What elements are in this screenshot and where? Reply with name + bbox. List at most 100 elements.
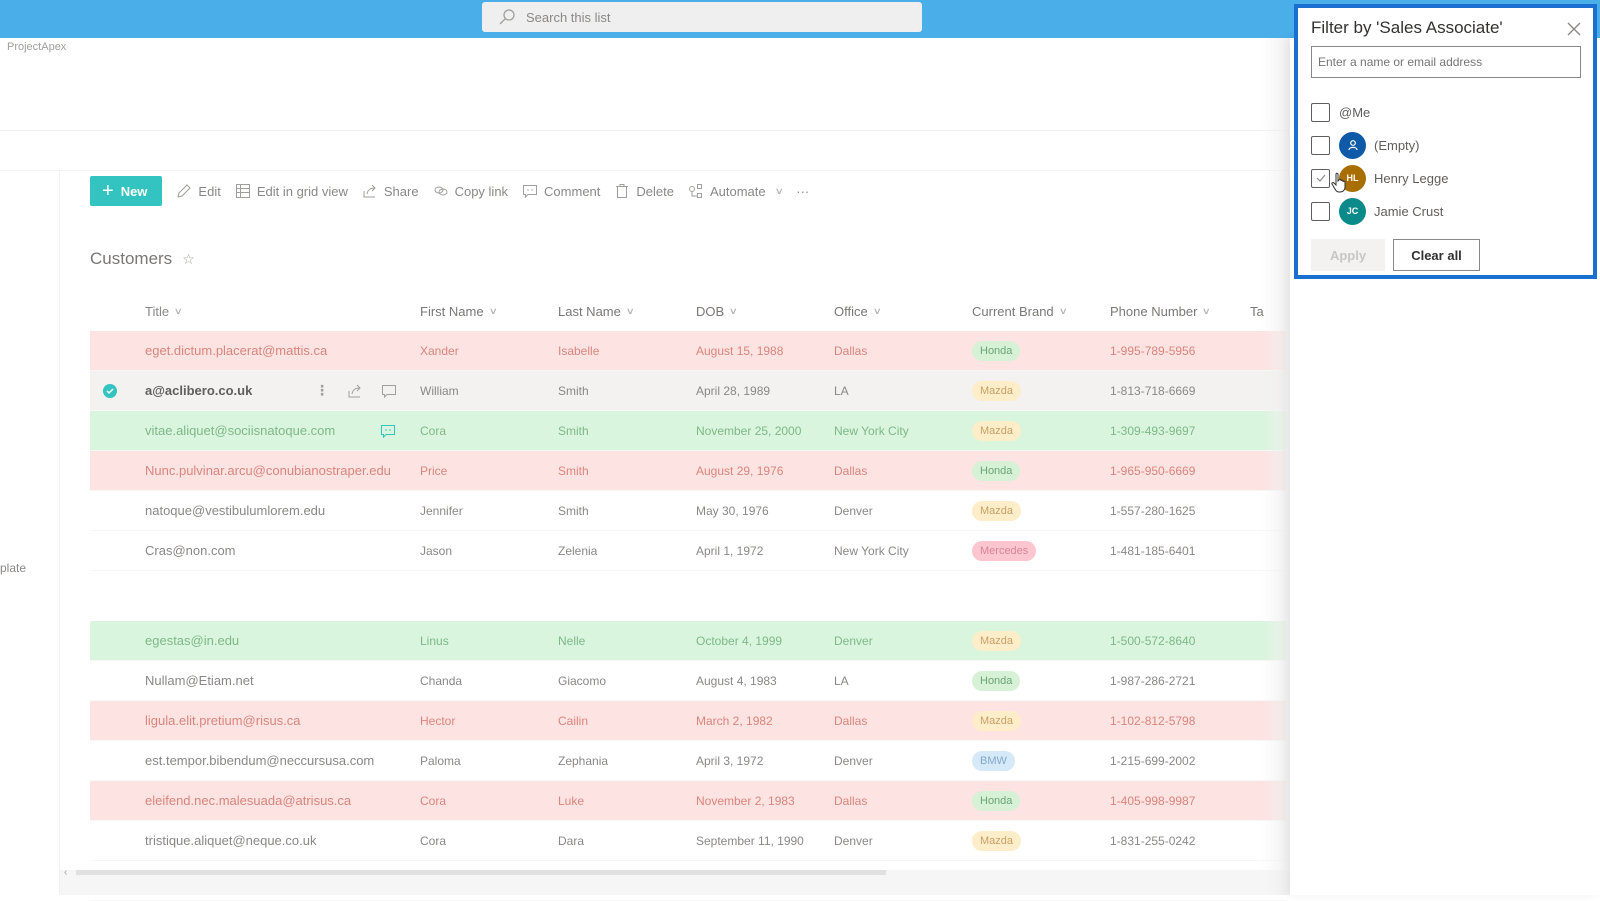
cell-title[interactable]: eget.dictum.placerat@mattis.ca (130, 343, 420, 358)
filter-option[interactable]: (Empty) (1311, 131, 1420, 159)
close-icon[interactable] (1565, 20, 1583, 38)
more-icon: ··· (796, 183, 810, 199)
more-button[interactable]: ··· (796, 176, 809, 206)
new-button[interactable]: + New (90, 176, 163, 206)
cell-current-brand: Honda (972, 670, 1110, 691)
title-text[interactable]: est.tempor.bibendum@neccursusa.com (145, 753, 374, 768)
table-row[interactable]: tristique.aliquet@neque.co.uk Cora Dara Sep… (90, 821, 1286, 861)
add-comment-icon[interactable] (381, 383, 397, 399)
cell-current-brand: Honda (972, 340, 1110, 361)
cell-office: Denver (834, 833, 873, 848)
plus-icon: + (102, 180, 114, 202)
title-text[interactable]: Nunc.pulvinar.arcu@conubianostraper.edu (145, 463, 391, 478)
title-text[interactable]: eleifend.nec.malesuada@atrisus.ca (145, 793, 351, 808)
filter-option[interactable]: @Me (1311, 98, 1370, 126)
search-box[interactable]: Search this list (482, 2, 922, 32)
cell-dob: November 25, 2000 (696, 423, 802, 438)
scrollbar-thumb[interactable] (76, 870, 886, 875)
cell-title[interactable]: ligula.elit.pretium@risus.ca (130, 713, 420, 728)
cell-title[interactable]: eleifend.nec.malesuada@atrisus.ca (130, 793, 420, 808)
column-header-office[interactable]: Office ∨ (834, 304, 972, 319)
apply-button[interactable]: Apply (1311, 239, 1385, 271)
cell-current-brand: Honda (972, 790, 1110, 811)
clear-all-button[interactable]: Clear all (1393, 239, 1480, 271)
cell-title[interactable]: egestas@in.edu (130, 633, 420, 648)
cell-title[interactable]: a@aclibero.co.uk ⋮ (130, 382, 420, 399)
row-select[interactable] (90, 383, 130, 398)
cell-phone-number: 1-831-255-0242 (1110, 833, 1196, 848)
people-search-input[interactable] (1311, 46, 1581, 78)
title-text[interactable]: tristique.aliquet@neque.co.uk (145, 833, 316, 848)
share-icon[interactable] (347, 383, 363, 399)
column-header-last-name[interactable]: Last Name ∨ (558, 304, 696, 319)
title-text[interactable]: natoque@vestibulumlorem.edu (145, 503, 325, 518)
checkmark-circle-icon[interactable] (103, 383, 117, 398)
title-text[interactable]: ligula.elit.pretium@risus.ca (145, 713, 301, 728)
table-row[interactable]: eget.dictum.placerat@mattis.ca Xander Isab… (90, 331, 1286, 371)
cell-title[interactable]: Nullam@Etiam.net (130, 673, 420, 688)
cell-dob: March 2, 1982 (696, 713, 773, 728)
table-row[interactable]: est.tempor.bibendum@neccursusa.com Paloma… (90, 741, 1286, 781)
trash-icon (616, 184, 629, 198)
edit-grid-button[interactable]: Edit in grid view (235, 176, 348, 206)
column-header-title[interactable]: Title ∨ (130, 304, 420, 319)
more-options-icon[interactable]: ⋮ (315, 382, 329, 399)
comment-icon[interactable] (380, 423, 396, 439)
scroll-left-icon[interactable]: ‹ (64, 867, 67, 878)
cell-title[interactable]: est.tempor.bibendum@neccursusa.com (130, 753, 420, 768)
table-row[interactable]: eleifend.nec.malesuada@atrisus.ca Cora Luk… (90, 781, 1286, 821)
copy-link-label: Copy link (454, 183, 509, 199)
site-name[interactable]: ProjectApex (7, 41, 66, 53)
column-header-current-brand[interactable]: Current Brand ∨ (972, 304, 1110, 319)
table-body: eget.dictum.placerat@mattis.ca Xander Isab… (90, 331, 1286, 901)
title-text[interactable]: egestas@in.edu (145, 633, 239, 648)
checkbox[interactable] (1311, 135, 1330, 155)
table-row[interactable]: vitae.aliquet@sociisnatoque.com Cora Smith… (90, 411, 1286, 451)
new-label: New (120, 183, 148, 199)
cell-office: Dallas (834, 463, 868, 478)
automate-button[interactable]: Automate ∨ (688, 176, 784, 206)
column-header-phone-number[interactable]: Phone Number ∨ (1110, 304, 1250, 319)
checkbox[interactable] (1311, 168, 1330, 188)
cell-title[interactable]: vitae.aliquet@sociisnatoque.com (130, 423, 420, 438)
table-row[interactable]: a@aclibero.co.uk ⋮ William Smith April 28, 1… (90, 371, 1286, 411)
cell-dob: May 30, 1976 (696, 503, 769, 518)
table-row[interactable]: Cras@non.com Jason Zelenia April 1, 1972 New… (90, 531, 1286, 571)
title-text[interactable]: Nullam@Etiam.net (145, 673, 254, 688)
edit-button[interactable]: Edit (176, 176, 221, 206)
title-text[interactable]: a@aclibero.co.uk (145, 383, 252, 398)
star-icon[interactable]: ☆ (182, 251, 195, 268)
table-row[interactable]: natoque@vestibulumlorem.edu Jennifer Smith… (90, 491, 1286, 531)
title-text[interactable]: vitae.aliquet@sociisnatoque.com (145, 423, 335, 438)
cell-last-name: Luke (558, 793, 585, 808)
brand-pill: Honda (972, 460, 1021, 481)
share-button[interactable]: Share (362, 176, 419, 206)
table-row[interactable]: ligula.elit.pretium@risus.ca Hector Cailin… (90, 701, 1286, 741)
comment-button[interactable]: Comment (522, 176, 600, 206)
column-header-first-name[interactable]: First Name ∨ (420, 304, 558, 319)
column-header-dob[interactable]: DOB ∨ (696, 304, 834, 319)
copy-link-button[interactable]: Copy link (433, 176, 508, 206)
title-text[interactable]: Cras@non.com (145, 543, 236, 558)
title-text[interactable]: eget.dictum.placerat@mattis.ca (145, 343, 327, 358)
table-row[interactable]: Nunc.pulvinar.arcu@conubianostraper.edu P… (90, 451, 1286, 491)
table-row[interactable]: Nullam@Etiam.net Chanda Giacomo August 4, 1… (90, 661, 1286, 701)
checkbox[interactable] (1311, 102, 1330, 122)
cell-title[interactable]: Cras@non.com (130, 543, 420, 558)
brand-pill: Mazda (972, 420, 1022, 441)
delete-button[interactable]: Delete (614, 176, 674, 206)
cell-title[interactable]: tristique.aliquet@neque.co.uk (130, 833, 420, 848)
cell-last-name: Dara (558, 833, 585, 848)
chevron-down-icon: ∨ (488, 305, 498, 316)
brand-pill: Mazda (972, 830, 1022, 851)
checkbox[interactable] (1311, 201, 1330, 221)
filter-option[interactable]: JC Jamie Crust (1311, 197, 1443, 225)
nav-item-template[interactable]: plate (0, 561, 26, 575)
table-row[interactable]: egestas@in.edu Linus Nelle October 4, 1999 D… (90, 621, 1286, 661)
horizontal-scrollbar[interactable]: ‹ (60, 867, 1290, 895)
cell-title[interactable]: natoque@vestibulumlorem.edu (130, 503, 420, 518)
cell-first-name: Cora (420, 423, 447, 438)
cell-first-name: Jason (420, 543, 453, 558)
brand-pill: Mazda (972, 500, 1022, 521)
cell-title[interactable]: Nunc.pulvinar.arcu@conubianostraper.edu (130, 463, 420, 478)
